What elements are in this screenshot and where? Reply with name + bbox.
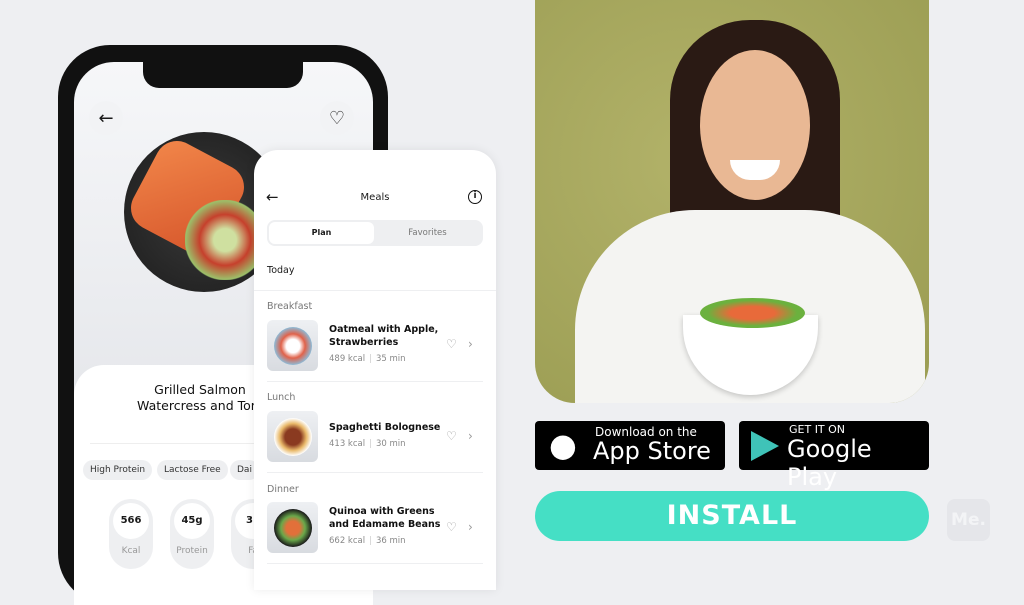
meal-thumbnail[interactable] bbox=[267, 411, 318, 462]
info-icon[interactable]: i bbox=[468, 190, 482, 204]
chevron-right-icon[interactable]: › bbox=[468, 337, 473, 351]
nutrient-kcal: 566 Kcal bbox=[109, 499, 153, 569]
tag-lactose-free[interactable]: Lactose Free bbox=[157, 460, 228, 480]
meal-title[interactable]: Oatmeal with Apple, Strawberries bbox=[329, 323, 449, 349]
nutrient-protein: 45g Protein bbox=[170, 499, 214, 569]
divider bbox=[254, 290, 496, 291]
heart-icon[interactable]: ♡ bbox=[446, 520, 457, 534]
meal-meta: 413 kcal | 30 min bbox=[329, 439, 406, 449]
tab-plan[interactable]: Plan bbox=[269, 222, 374, 244]
tag-high-protein[interactable]: High Protein bbox=[83, 460, 153, 480]
vegetables-image bbox=[185, 200, 265, 280]
section-breakfast: Breakfast bbox=[267, 301, 313, 312]
back-arrow-icon[interactable]: ← bbox=[266, 188, 279, 206]
meal-title[interactable]: Spaghetti Bolognese bbox=[329, 421, 449, 434]
chevron-right-icon[interactable]: › bbox=[468, 429, 473, 443]
meal-thumbnail[interactable] bbox=[267, 502, 318, 553]
meal-meta: 662 kcal | 36 min bbox=[329, 536, 406, 546]
meal-title[interactable]: Quinoa with Greens and Edamame Beans bbox=[329, 505, 449, 531]
phone-notch bbox=[143, 62, 303, 88]
screen-title: Meals bbox=[360, 192, 390, 203]
divider bbox=[267, 563, 483, 564]
chevron-right-icon[interactable]: › bbox=[468, 520, 473, 534]
back-arrow-icon[interactable]: ← bbox=[89, 101, 123, 135]
divider bbox=[267, 381, 483, 382]
woman-eating-salad-photo bbox=[535, 0, 929, 403]
heart-icon[interactable]: ♡ bbox=[446, 429, 457, 443]
apple-icon: ● bbox=[549, 426, 577, 464]
install-button[interactable]: INSTALL bbox=[535, 491, 929, 541]
brand-logo: Me. bbox=[947, 499, 990, 541]
google-play-badge[interactable]: GET IT ON Google Play bbox=[739, 421, 929, 491]
meal-thumbnail[interactable] bbox=[267, 320, 318, 371]
day-label: Today bbox=[267, 265, 295, 276]
meal-meta: 489 kcal | 35 min bbox=[329, 354, 406, 364]
play-icon bbox=[751, 431, 779, 461]
tab-favorites[interactable]: Favorites bbox=[374, 222, 481, 244]
section-lunch: Lunch bbox=[267, 392, 296, 403]
heart-icon[interactable]: ♡ bbox=[320, 101, 354, 135]
divider bbox=[267, 472, 483, 473]
section-dinner: Dinner bbox=[267, 484, 299, 495]
heart-icon[interactable]: ♡ bbox=[446, 337, 457, 351]
app-store-badge[interactable]: ● Download on the App Store bbox=[535, 421, 725, 470]
